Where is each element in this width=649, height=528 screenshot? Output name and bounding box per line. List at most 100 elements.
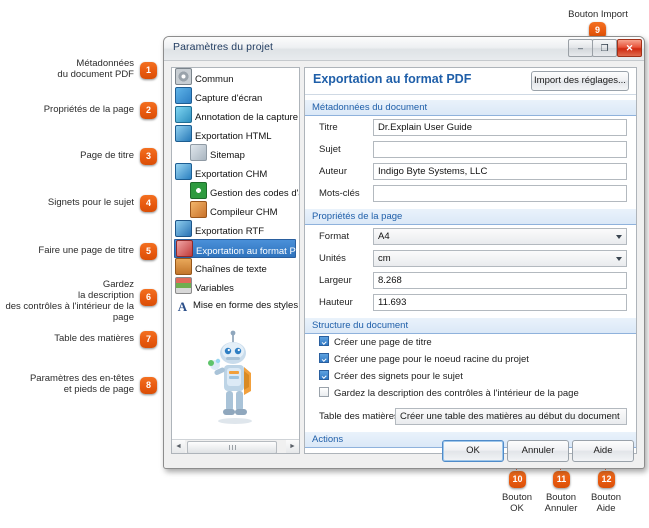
sidebar-item-sitemap[interactable]: Sitemap [172,144,299,163]
sidebar-item-label: Compileur CHM [210,207,278,218]
callout-badge-10: 10 [509,471,526,488]
html-export-icon [175,125,192,142]
checkbox-label: Créer une page de titre [334,337,432,348]
field-label-auteur: Auteur [319,166,347,177]
auteur-input[interactable]: Indigo Byte Systems, LLC [373,163,627,180]
sidebar-item-mise-en-forme-styles[interactable]: A Mise en forme des styles [172,296,299,315]
titre-input[interactable]: Dr.Explain User Guide [373,119,627,136]
page-title: Exportation au format PDF [313,72,472,86]
callout-label-5: Faire une page de titre [38,245,134,256]
checkbox-description-controles[interactable] [319,387,329,397]
field-label-hauteur: Hauteur [319,297,353,308]
field-row-format: Format A4 [305,228,636,247]
toc-row: Table des matières Créer une table des m… [305,408,636,427]
sidebar-item-commun[interactable]: Commun [172,68,299,87]
toc-label: Table des matières [319,411,399,422]
callout-badge-4: 4 [140,195,157,212]
callout-badge-8: 8 [140,377,157,394]
callout-label-7: Table des matières [54,333,134,344]
callout-badge-2: 2 [140,102,157,119]
field-label-largeur: Largeur [319,275,352,286]
group-header-page-properties: Propriétés de la page [305,209,636,225]
group-header-structure: Structure du document [305,318,636,334]
sidebar-item-label: Variables [195,283,234,294]
sidebar-item-capture-ecran[interactable]: Capture d'écran [172,87,299,106]
screenshot-icon [175,87,192,104]
gear-icon [175,68,192,85]
field-label-titre: Titre [319,122,338,133]
sidebar-item-exportation-pdf[interactable]: Exportation au format PDF [174,239,299,258]
cancel-button[interactable]: Annuler [507,440,569,462]
callout-label-1: Métadonnées du document PDF [57,58,134,80]
sidebar-item-annotation-capture[interactable]: Annotation de la capture d'écran [172,106,299,125]
callout-badge-5: 5 [140,243,157,260]
settings-tree[interactable]: Commun Capture d'écran Annotation de la … [171,67,300,454]
toc-select[interactable]: Créer une table des matières au début du… [395,408,627,425]
sidebar-item-label: Exportation RTF [195,226,264,237]
field-label-unites: Unités [319,253,346,264]
checkbox-page-de-titre[interactable] [319,336,329,346]
checkbox-row-page-noeud-racine[interactable]: Créer une page pour le noeud racine du p… [305,353,636,368]
checkbox-row-page-de-titre[interactable]: Créer une page de titre [305,336,636,351]
sitemap-icon [190,144,207,161]
callout-label-2: Propriétés de la page [43,104,134,115]
ok-button[interactable]: OK [442,440,504,462]
callout-label-4: Signets pour le sujet [47,197,134,208]
sidebar-item-label: Gestion des codes d'aide [210,188,299,199]
sujet-input[interactable] [373,141,627,158]
checkbox-label: Créer une page pour le noeud racine du p… [334,354,529,365]
help-button[interactable]: Aide [572,440,634,462]
callout-badge-11: 11 [553,471,570,488]
field-row-mots-cles: Mots-clés [305,185,636,204]
sidebar-item-chaines-de-texte[interactable]: Chaînes de texte [172,258,299,277]
sidebar-item-label: Commun [195,74,234,85]
field-row-unites: Unités cm [305,250,636,269]
settings-tree-list: Commun Capture d'écran Annotation de la … [172,68,299,439]
maximize-icon: ❐ [600,43,609,53]
callout-badge-1: 1 [140,62,157,79]
checkbox-signets-sujet[interactable] [319,370,329,380]
sidebar-item-exportation-html[interactable]: Exportation HTML [172,125,299,144]
import-settings-button[interactable]: Import des réglages... [531,71,629,91]
checkbox-label: Gardez la description des contrôles à l'… [334,388,579,399]
sidebar-item-gestion-codes-aide[interactable]: Gestion des codes d'aide [172,182,299,201]
field-row-largeur: Largeur 8.268 [305,272,636,291]
close-button[interactable]: ✕ [617,39,642,57]
panel-header: Exportation au format PDF Import des rég… [305,68,636,95]
hauteur-input[interactable]: 11.693 [373,294,627,311]
sidebar-item-label: Exportation CHM [195,169,268,180]
minimize-button[interactable]: – [568,39,593,57]
sidebar-item-label: Exportation HTML [195,131,272,142]
window-titlebar[interactable]: Paramètres du projet – ❐ ✕ [164,37,644,61]
sidebar-item-compileur-chm[interactable]: Compileur CHM [172,201,299,220]
group-header-metadata: Métadonnées du document [305,100,636,116]
field-row-sujet: Sujet [305,141,636,160]
close-icon: ✕ [625,43,634,53]
dialog-footer: OK Annuler Aide [171,440,637,462]
dialog-body: Commun Capture d'écran Annotation de la … [164,60,644,468]
sidebar-item-exportation-chm[interactable]: Exportation CHM [172,163,299,182]
styles-icon: A [177,299,188,314]
format-select[interactable]: A4 [373,228,627,245]
sidebar-item-variables[interactable]: Variables [172,277,299,296]
field-row-auteur: Auteur Indigo Byte Systems, LLC [305,163,636,182]
field-row-titre: Titre Dr.Explain User Guide [305,119,636,138]
callout-badge-12: 12 [598,471,615,488]
mots-cles-input[interactable] [373,185,627,202]
text-strings-icon [175,258,192,275]
field-label-format: Format [319,231,350,242]
callout-label-8: Paramètres des en-têtes et pieds de page [29,373,134,395]
sidebar-item-label: Sitemap [210,150,245,161]
unites-select[interactable]: cm [373,250,627,267]
sidebar-item-label: Mise en forme des styles [193,300,299,311]
largeur-input[interactable]: 8.268 [373,272,627,289]
variables-icon [175,277,192,294]
checkbox-row-description-controles[interactable]: Gardez la description des contrôles à l'… [305,387,636,402]
callout-label-9: Bouton Import [568,9,628,20]
sidebar-item-exportation-rtf[interactable]: Exportation RTF [172,220,299,239]
checkbox-page-noeud-racine[interactable] [319,353,329,363]
checkbox-row-signets-sujet[interactable]: Créer des signets pour le sujet [305,370,636,385]
maximize-button[interactable]: ❐ [592,39,617,57]
chm-export-icon [175,163,192,180]
project-settings-dialog: Paramètres du projet – ❐ ✕ Commun Captur… [163,36,645,469]
